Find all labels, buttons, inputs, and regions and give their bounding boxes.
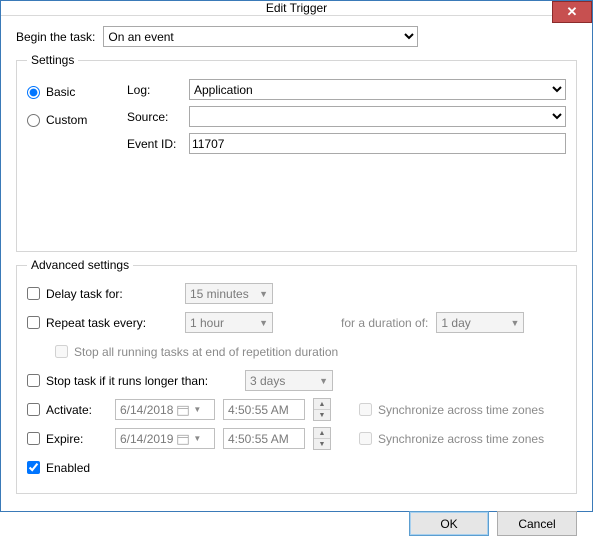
begin-task-row: Begin the task: On an event xyxy=(16,26,577,47)
activate-date-picker: 6/14/2018 ▼ xyxy=(115,399,215,420)
log-label: Log: xyxy=(127,83,189,97)
begin-task-select[interactable]: On an event xyxy=(103,26,418,47)
calendar-icon xyxy=(177,404,189,416)
expire-sync-checkbox-label: Synchronize across time zones xyxy=(359,432,544,446)
spin-up-icon: ▲ xyxy=(314,428,330,439)
repeat-task-checkbox-label[interactable]: Repeat task every: xyxy=(27,316,177,330)
expire-checkbox[interactable] xyxy=(27,432,40,445)
custom-radio[interactable] xyxy=(27,114,40,127)
advanced-settings-group: Advanced settings Delay task for: 15 min… xyxy=(16,258,577,494)
repeat-task-checkbox[interactable] xyxy=(27,316,40,329)
delay-task-checkbox-label[interactable]: Delay task for: xyxy=(27,287,177,301)
log-select[interactable]: Application xyxy=(189,79,566,100)
chevron-down-icon: ▼ xyxy=(259,289,268,299)
close-button[interactable]: ✕ xyxy=(552,1,592,23)
cancel-button[interactable]: Cancel xyxy=(497,511,577,536)
activate-time-input: 4:50:55 AM xyxy=(223,399,305,420)
chevron-down-icon: ▼ xyxy=(319,376,328,386)
activate-sync-checkbox-label: Synchronize across time zones xyxy=(359,403,544,417)
activate-checkbox-label[interactable]: Activate: xyxy=(27,403,107,417)
enabled-checkbox[interactable] xyxy=(27,461,40,474)
activate-checkbox[interactable] xyxy=(27,403,40,416)
dialog-footer: OK Cancel xyxy=(1,507,592,546)
close-icon: ✕ xyxy=(567,4,578,20)
expire-sync-checkbox xyxy=(359,432,372,445)
expire-time-input: 4:50:55 AM xyxy=(223,428,305,449)
expire-time-spinner: ▲ ▼ xyxy=(313,427,331,450)
stop-repeat-checkbox xyxy=(55,345,68,358)
enabled-checkbox-label[interactable]: Enabled xyxy=(27,461,90,475)
chevron-down-icon: ▼ xyxy=(193,405,201,414)
event-id-input[interactable] xyxy=(189,133,566,154)
repeat-duration-combo: 1 day ▼ xyxy=(436,312,524,333)
spin-down-icon: ▼ xyxy=(314,439,330,449)
advanced-legend: Advanced settings xyxy=(27,258,133,272)
title-bar: Edit Trigger ✕ xyxy=(1,1,592,16)
edit-trigger-window: Edit Trigger ✕ Begin the task: On an eve… xyxy=(0,0,593,512)
activate-time-spinner: ▲ ▼ xyxy=(313,398,331,421)
delay-task-combo: 15 minutes ▼ xyxy=(185,283,273,304)
calendar-icon xyxy=(177,433,189,445)
expire-checkbox-label[interactable]: Expire: xyxy=(27,432,107,446)
spin-down-icon: ▼ xyxy=(314,410,330,420)
event-id-label: Event ID: xyxy=(127,137,189,151)
expire-date-picker: 6/14/2019 ▼ xyxy=(115,428,215,449)
begin-task-label: Begin the task: xyxy=(16,30,95,44)
chevron-down-icon: ▼ xyxy=(193,434,201,443)
source-select[interactable] xyxy=(189,106,566,127)
settings-mode-radios: Basic Custom xyxy=(27,79,107,127)
chevron-down-icon: ▼ xyxy=(259,318,268,328)
basic-radio[interactable] xyxy=(27,86,40,99)
basic-radio-label[interactable]: Basic xyxy=(27,85,107,99)
ok-button[interactable]: OK xyxy=(409,511,489,536)
stop-longer-checkbox[interactable] xyxy=(27,374,40,387)
chevron-down-icon: ▼ xyxy=(510,318,519,328)
delay-task-checkbox[interactable] xyxy=(27,287,40,300)
settings-group: Settings Basic Custom Log: xyxy=(16,53,577,252)
settings-legend: Settings xyxy=(27,53,78,67)
activate-sync-checkbox xyxy=(359,403,372,416)
repeat-duration-label: for a duration of: xyxy=(341,316,428,330)
source-label: Source: xyxy=(127,110,189,124)
stop-repeat-checkbox-label: Stop all running tasks at end of repetit… xyxy=(55,345,338,359)
window-title: Edit Trigger xyxy=(266,1,327,15)
stop-longer-checkbox-label[interactable]: Stop task if it runs longer than: xyxy=(27,374,237,388)
custom-radio-label[interactable]: Custom xyxy=(27,113,107,127)
spin-up-icon: ▲ xyxy=(314,399,330,410)
repeat-interval-combo: 1 hour ▼ xyxy=(185,312,273,333)
stop-longer-combo: 3 days ▼ xyxy=(245,370,333,391)
